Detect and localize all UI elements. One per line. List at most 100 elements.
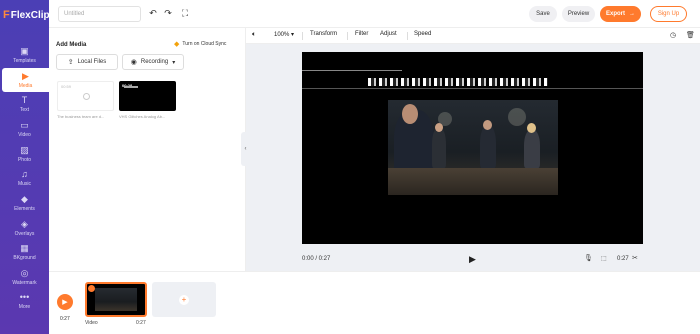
clip-time: 0:27 [617, 256, 629, 262]
speed-button[interactable]: Speed [414, 31, 431, 37]
video-frame [388, 100, 558, 195]
left-sidebar: F FlexClip ▣ Templates ▶ Media T Text ▭ V… [0, 0, 50, 334]
sign-up-button[interactable]: Sign Up [650, 6, 687, 22]
chevron-left-icon: ‹ [244, 146, 247, 152]
record-icon: ◉ [130, 59, 137, 66]
watermark-icon: ◎ [20, 267, 29, 278]
cloud-sync-icon: ◆ [174, 41, 180, 48]
media-item[interactable]: 00:28 [119, 81, 176, 111]
more-icon: ••• [19, 291, 30, 302]
local-files-label: Local Files [77, 59, 107, 65]
toolbar-divider [302, 32, 303, 40]
sidebar-item-templates[interactable]: ▣ Templates [0, 43, 49, 67]
sidebar-item-music[interactable]: ♫ Music [0, 166, 49, 190]
transform-button[interactable]: Transform [310, 31, 337, 37]
elements-icon: ◆ [21, 193, 28, 204]
caption-icon[interactable]: ⬚ [601, 255, 607, 262]
sidebar-item-label: Photo [17, 157, 32, 163]
play-icon[interactable]: ▶ [469, 254, 476, 265]
split-scissors-icon[interactable]: ✂ [632, 254, 638, 262]
preview-button[interactable]: Preview [562, 6, 595, 22]
cloud-sync-toggle[interactable]: ◆ Turn on Cloud Sync [174, 40, 226, 48]
collapse-panel-handle[interactable]: ‹ [241, 132, 250, 166]
sidebar-item-label: Elements [14, 206, 35, 212]
recording-button[interactable]: ◉ Recording ▾ [122, 54, 184, 70]
sidebar-item-more[interactable]: ••• More [0, 289, 49, 313]
media-item[interactable]: 00:59 [57, 81, 114, 111]
toolbar-divider [407, 32, 408, 40]
sidebar-item-photo[interactable]: ▨ Photo [0, 142, 49, 166]
sidebar-item-label: Overlays [14, 231, 35, 237]
text-icon: T [21, 94, 28, 105]
adjust-button[interactable]: Adjust [380, 31, 397, 37]
delete-icon[interactable]: 🗑︎ [686, 31, 695, 39]
templates-icon: ▣ [20, 45, 29, 56]
person-head [402, 104, 418, 124]
person-figure [480, 126, 496, 168]
sidebar-item-media[interactable]: ▶ Media [2, 68, 49, 92]
video-icon: ▭ [20, 119, 29, 130]
conference-table [388, 168, 558, 195]
media-thumbnail-glitch [124, 86, 138, 88]
save-button[interactable]: Save [529, 6, 557, 22]
person-figure [524, 130, 540, 168]
clip-label: Video [85, 320, 98, 326]
export-label: Export [605, 11, 625, 17]
brand-name: FlexClip [10, 9, 50, 21]
sidebar-item-watermark[interactable]: ◎ Watermark [0, 265, 49, 289]
play-icon: ▶ [62, 299, 68, 306]
video-canvas[interactable] [302, 52, 643, 244]
sidebar-item-label: Templates [13, 58, 36, 64]
logo-mark-icon: F [3, 9, 10, 21]
glitch-line [302, 88, 643, 89]
loading-spinner-icon [83, 93, 90, 100]
person-head [527, 123, 536, 133]
person-head [435, 123, 443, 132]
sidebar-item-label: Text [19, 107, 30, 113]
local-files-button[interactable]: ⇪ Local Files [56, 54, 118, 70]
timeline-clip[interactable] [85, 282, 147, 317]
person-figure [432, 128, 446, 168]
media-item-caption: VHS Glitches Analog Ab... [119, 114, 166, 119]
person-head [483, 120, 492, 130]
media-panel: Add Media ◆ Turn on Cloud Sync ⇪ Local F… [49, 28, 245, 271]
flexclip-editor: F FlexClip ▣ Templates ▶ Media T Text ▭ V… [0, 0, 700, 334]
music-icon: ♫ [21, 168, 28, 179]
bokeh-light [508, 108, 526, 126]
export-button[interactable]: Export → [600, 6, 641, 22]
sidebar-item-video[interactable]: ▭ Video [0, 117, 49, 141]
filter-button[interactable]: Filter [355, 31, 368, 37]
media-panel-title: Add Media [56, 42, 87, 48]
history-icon[interactable]: ◷ [670, 31, 676, 39]
arrow-right-icon: → [629, 11, 635, 17]
glitch-band [368, 78, 548, 86]
sidebar-item-text[interactable]: T Text [0, 92, 49, 116]
zoom-dropdown[interactable]: 100% ▾ [274, 31, 294, 38]
volume-icon[interactable]: 🔈︎ [252, 31, 256, 39]
media-icon: ▶ [22, 70, 29, 81]
clip-badge-icon [88, 285, 95, 292]
sidebar-item-label: More [18, 304, 31, 310]
sidebar-item-overlays[interactable]: ◈ Overlays [0, 216, 49, 240]
flexclip-logo[interactable]: F FlexClip [3, 8, 50, 22]
redo-icon[interactable]: ↷ [163, 8, 173, 18]
microphone-icon[interactable]: 🎙︎ [584, 254, 593, 262]
timeline-time: 0:27 [60, 316, 70, 322]
sidebar-item-label: Video [18, 132, 31, 138]
upload-icon: ⇪ [67, 59, 74, 66]
undo-icon[interactable]: ↶ [148, 8, 158, 18]
chevron-down-icon: ▾ [172, 59, 176, 66]
background-icon: ▦ [20, 242, 29, 253]
plus-icon: + [179, 294, 189, 305]
sidebar-item-elements[interactable]: ◆ Elements [0, 191, 49, 215]
photo-icon: ▨ [20, 144, 29, 155]
sidebar-item-label: BKground [13, 255, 36, 261]
zoom-value: 100% [274, 32, 290, 38]
playback-time: 0:00 / 0:27 [302, 256, 331, 262]
timeline-play-button[interactable]: ▶ [57, 294, 73, 310]
sidebar-item-background[interactable]: ▦ BKground [0, 240, 49, 264]
project-title-input[interactable]: Untitled [58, 6, 141, 22]
fullscreen-icon[interactable]: ⛶ [180, 8, 190, 18]
sidebar-item-label: Media [18, 83, 33, 89]
add-clip-button[interactable]: + [152, 282, 216, 317]
